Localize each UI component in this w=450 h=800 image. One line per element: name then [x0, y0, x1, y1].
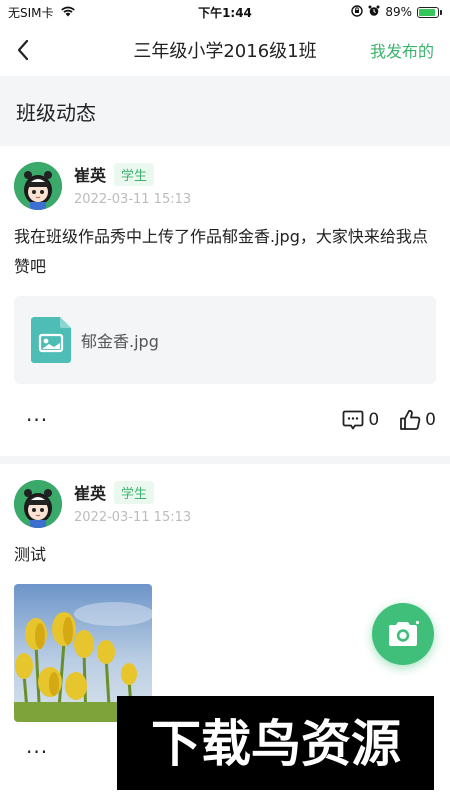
carrier-label: 无SIM卡: [8, 5, 54, 20]
camera-icon: [389, 620, 420, 646]
post-meta: 崔英 学生 2022-03-11 15:13: [74, 162, 191, 207]
post-timestamp: 2022-03-11 15:13: [74, 192, 192, 207]
name-row: 崔英 学生: [74, 162, 191, 186]
like-count: 0: [425, 410, 436, 430]
post-header: 崔英 学生 2022-03-11 15:13: [14, 480, 436, 528]
role-badge: 学生: [114, 480, 155, 504]
back-button[interactable]: [16, 35, 46, 65]
author-name[interactable]: 崔英: [74, 480, 106, 504]
attachment-filename: 郁金香.jpg: [81, 332, 159, 351]
status-left: 无SIM卡: [8, 4, 76, 21]
role-badge: 学生: [114, 162, 155, 186]
author-name[interactable]: 崔英: [74, 162, 106, 186]
battery-icon: [417, 6, 442, 18]
comment-count: 0: [368, 410, 380, 430]
attachment-card[interactable]: 郁金香.jpg: [14, 296, 436, 384]
status-bar: 无SIM卡 下午1:44 89%: [0, 0, 450, 24]
nav-bar: 三年级小学2016级1班 我发布的: [0, 24, 450, 76]
post-text: 我在班级作品秀中上传了作品郁金香.jpg，大家快来给我点赞吧: [14, 227, 428, 276]
post-card: 崔英 学生 2022-03-11 15:13 我在班级作品秀中上传了作品郁金香.…: [0, 146, 450, 464]
post-header: 崔英 学生 2022-03-11 15:13: [14, 162, 436, 210]
my-posts-link[interactable]: 我发布的: [370, 38, 434, 62]
comment-icon: [342, 410, 364, 430]
watermark-text: 下载鸟资源: [151, 715, 401, 773]
more-options-button[interactable]: ···: [26, 410, 48, 430]
comment-button[interactable]: 0: [342, 409, 379, 431]
orientation-lock-icon: [351, 4, 364, 20]
chevron-left-icon: [17, 39, 29, 61]
section-header: 班级动态: [0, 76, 450, 146]
avatar[interactable]: [14, 480, 62, 528]
post-timestamp: 2022-03-11 15:13: [74, 510, 192, 525]
post-text: 测试: [14, 545, 47, 564]
like-button[interactable]: 0: [399, 409, 436, 431]
name-row: 崔英 学生: [74, 480, 191, 504]
post-meta: 崔英 学生 2022-03-11 15:13: [74, 480, 191, 525]
watermark: 下载鸟资源: [117, 696, 434, 790]
post-actions: ··· 0 0: [14, 384, 436, 456]
thumbs-up-icon: [400, 409, 421, 430]
post-action-group: 0 0: [342, 409, 436, 431]
alarm-icon: [368, 5, 380, 20]
avatar[interactable]: [14, 162, 62, 210]
more-options-button[interactable]: ···: [26, 742, 48, 762]
battery-percent: 89%: [385, 5, 412, 19]
image-file-icon: [31, 317, 71, 363]
section-title: 班级动态: [16, 100, 96, 125]
camera-fab-button[interactable]: [372, 603, 434, 665]
status-right: 89%: [351, 4, 442, 20]
wifi-icon: [60, 5, 76, 20]
